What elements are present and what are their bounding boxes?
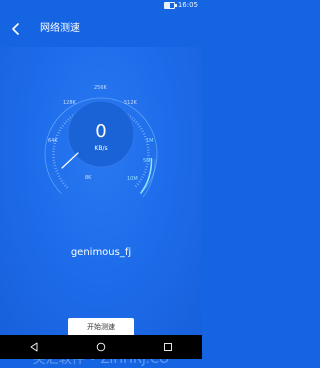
status-time: 16:05 [177,1,198,9]
nav-recent-button[interactable] [158,337,178,357]
system-nav-bar [0,335,202,359]
tick-label-64k: 64K [48,138,58,144]
battery-icon [163,2,177,9]
status-bar: 16:05 [0,0,202,11]
speed-test-panel: 8K 64K 128K 256K 512K 1M 5M 10M 0 KB/s g… [0,47,202,367]
nav-home-button[interactable] [91,337,111,357]
nav-back-icon [30,342,38,352]
tick-label-1m: 1M [146,138,154,144]
battery-level [164,3,171,8]
nav-home-icon [96,342,106,352]
tick-label-10m: 10M [127,176,138,182]
nav-back-button[interactable] [24,337,44,357]
back-arrow-icon [12,23,19,35]
nav-recent-icon [164,343,173,351]
back-button[interactable] [6,19,26,39]
tick-label-128k: 128K [63,100,76,106]
network-name: genimous_fj [70,247,132,258]
tick-label-8k: 8K [85,175,92,181]
app-bar: 网络测速 [0,11,202,47]
page-title: 网络测速 [40,23,80,34]
status-right: 16:05 [163,1,198,10]
speed-value: 0 [95,121,107,142]
gauge-needle-icon [61,152,79,169]
speed-unit: KB/s [94,145,108,152]
tick-label-512k: 512K [124,100,137,106]
tick-label-5m: 5M [143,158,151,164]
tick-label-256k: 256K [94,85,107,91]
